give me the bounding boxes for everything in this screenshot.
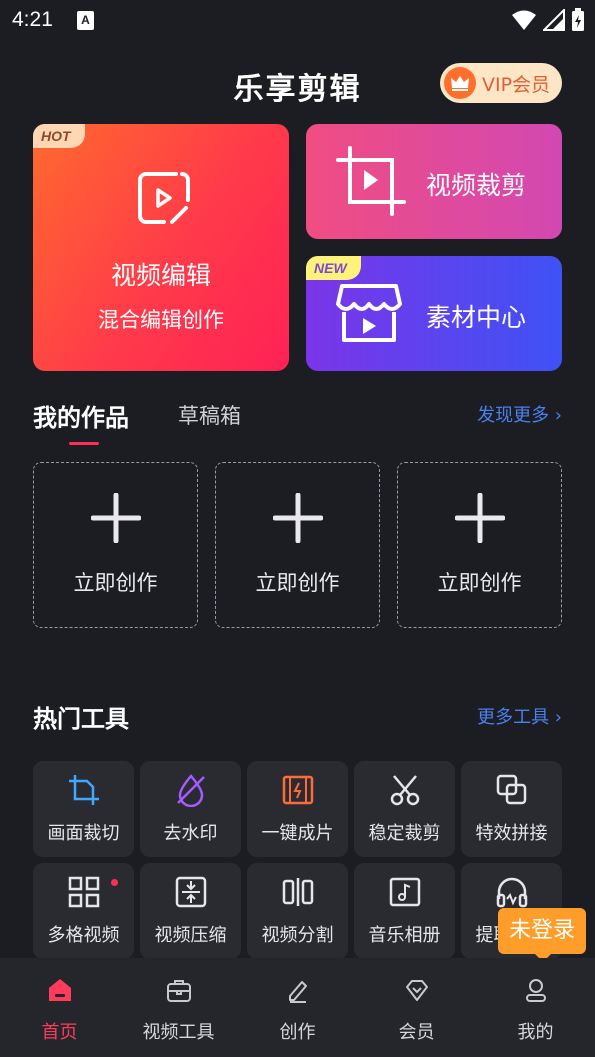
system-icons [511, 8, 585, 32]
nav-label: 首页 [41, 1022, 78, 1043]
tool-effect-splice[interactable]: 特效拼接 [461, 761, 562, 857]
toolbox-icon [166, 980, 191, 1002]
tool-crop[interactable]: 画面裁切 [33, 761, 134, 857]
tool-label: 视频压缩 [154, 925, 227, 946]
video-edit-subtitle: 混合编辑创作 [98, 308, 224, 332]
plus-icon [273, 493, 323, 543]
new-tag: NEW [306, 256, 361, 280]
tool-label: 画面裁切 [47, 823, 120, 844]
wifi-icon [512, 10, 536, 30]
status-time: 4:21 [12, 8, 53, 31]
tool-compress[interactable]: 视频压缩 [140, 863, 241, 959]
bottom-nav: 首页 视频工具 创作 会员 我的 [0, 958, 595, 1057]
user-icon [525, 979, 546, 1002]
notification-a-icon: A [77, 11, 94, 30]
split-icon [282, 878, 313, 906]
more-tools-link[interactable]: 更多工具 › [477, 703, 562, 729]
tool-label: 音乐相册 [368, 925, 441, 946]
headphones-icon [496, 877, 527, 908]
create-now-label: 立即创作 [437, 571, 522, 595]
nav-profile[interactable]: 我的 [476, 958, 595, 1057]
video-crop-title: 视频裁剪 [426, 171, 527, 200]
crop-frame-icon [336, 146, 406, 216]
diamond-icon [405, 980, 428, 1001]
tool-music-album[interactable]: 音乐相册 [354, 863, 455, 959]
video-edit-icon [138, 172, 190, 224]
tab-my-works[interactable]: 我的作品 [33, 398, 129, 433]
store-icon [336, 284, 402, 342]
grid-icon [68, 876, 99, 908]
tool-label: 去水印 [163, 823, 218, 844]
layers-icon [496, 774, 526, 805]
nav-label: 视频工具 [142, 1022, 215, 1043]
tool-label: 多格视频 [47, 925, 120, 946]
music-album-icon [389, 877, 420, 907]
nav-home[interactable]: 首页 [0, 958, 119, 1057]
create-now-label: 立即创作 [73, 571, 158, 595]
create-now-label: 立即创作 [255, 571, 340, 595]
tab-indicator [69, 442, 99, 445]
nav-label: 我的 [517, 1022, 554, 1043]
app-header: 乐享剪辑 VIP会员 [0, 58, 595, 108]
discover-more-link[interactable]: 发现更多 › [477, 401, 562, 427]
nav-create[interactable]: 创作 [238, 958, 357, 1057]
video-crop-card[interactable]: 视频裁剪 [306, 124, 562, 239]
tool-label: 稳定裁剪 [368, 823, 441, 844]
create-now-box[interactable]: 立即创作 [33, 462, 198, 628]
create-now-box[interactable]: 立即创作 [397, 462, 562, 628]
vip-label: VIP会员 [482, 73, 551, 96]
battery-icon [572, 8, 584, 31]
plus-icon [455, 493, 505, 543]
scissors-icon [390, 775, 419, 806]
tool-split[interactable]: 视频分割 [247, 863, 348, 959]
video-edit-title: 视频编辑 [110, 261, 211, 290]
compress-icon [175, 876, 206, 908]
hot-tools-header: 热门工具 更多工具 › [33, 699, 562, 735]
signal-icon [543, 9, 565, 31]
crop-icon [68, 775, 99, 805]
nav-member[interactable]: 会员 [357, 958, 476, 1057]
tab-drafts[interactable]: 草稿箱 [178, 400, 241, 430]
status-bar: 4:21 A [0, 0, 595, 42]
tool-label: 一键成片 [261, 823, 334, 844]
hot-tools-title: 热门工具 [33, 705, 129, 733]
works-tabs: 我的作品 草稿箱 发现更多 › [33, 398, 562, 448]
material-center-title: 素材中心 [426, 303, 527, 332]
tool-multi-grid[interactable]: 多格视频 [33, 863, 134, 959]
create-now-box[interactable]: 立即创作 [215, 462, 380, 628]
tool-one-click[interactable]: 一键成片 [247, 761, 348, 857]
tool-stable-crop[interactable]: 稳定裁剪 [354, 761, 455, 857]
material-center-card[interactable]: NEW 素材中心 [306, 256, 562, 371]
nav-label: 会员 [398, 1022, 435, 1043]
nav-label: 创作 [279, 1022, 316, 1043]
crown-icon [444, 67, 476, 99]
video-edit-card[interactable]: HOT 视频编辑 混合编辑创作 [33, 124, 289, 371]
hot-tag: HOT [33, 124, 85, 148]
home-icon [48, 979, 71, 1001]
tool-watermark[interactable]: 去水印 [140, 761, 241, 857]
nav-video-tools[interactable]: 视频工具 [119, 958, 238, 1057]
not-logged-in-tooltip[interactable]: 未登录 [498, 908, 586, 962]
watermark-remove-icon [176, 774, 205, 807]
film-icon [282, 775, 313, 805]
pen-icon [288, 981, 307, 1003]
tool-label: 视频分割 [261, 925, 334, 946]
vip-button[interactable]: VIP会员 [440, 63, 562, 103]
tool-label: 特效拼接 [475, 823, 548, 844]
plus-icon [91, 493, 141, 543]
